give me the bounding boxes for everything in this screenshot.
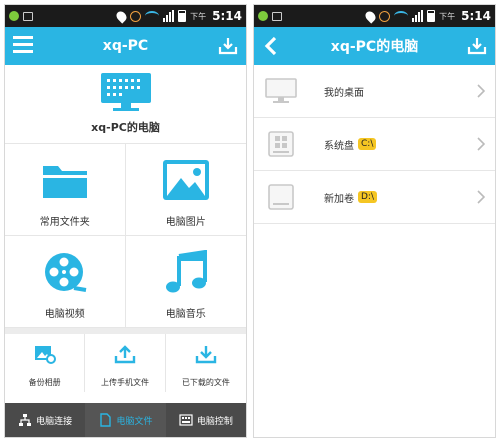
alarm-icon — [130, 10, 142, 22]
download-tray-icon[interactable] — [467, 36, 487, 56]
right-phone-screen: 下午 5:14 xq-PC的电脑 我的桌面 系统盘 C:\ 新加卷 D:\ — [253, 4, 496, 438]
action-label: 已下载的文件 — [181, 378, 230, 387]
action-upload-phone-files[interactable]: 上传手机文件 — [85, 334, 166, 392]
hard-drive-icon — [268, 184, 294, 210]
grid-item-videos[interactable]: 电脑视频 — [5, 236, 126, 328]
tab-label: 电脑文件 — [116, 416, 153, 427]
action-backup-photos[interactable]: 备份相册 — [5, 334, 86, 392]
grid-item-label: 常用文件夹 — [39, 217, 90, 228]
action-row: 备份相册 上传手机文件 已下载的文件 — [5, 334, 246, 392]
status-time: 5:14 — [212, 9, 242, 23]
location-icon — [363, 8, 378, 24]
list-item-label: 我的桌面 — [324, 87, 364, 99]
folder-icon — [42, 166, 87, 198]
status-bar: 下午 5:14 — [254, 5, 495, 27]
status-carrier: 下午 — [190, 11, 207, 21]
signal-icon — [412, 10, 424, 22]
list-item-label: 新加卷 — [324, 193, 354, 205]
film-reel-icon — [44, 253, 87, 292]
action-label: 备份相册 — [28, 378, 61, 387]
image-icon — [162, 160, 209, 200]
wechat-icon — [258, 11, 268, 21]
upload-icon — [114, 345, 136, 364]
grid-item-label: 电脑音乐 — [165, 309, 206, 320]
file-icon — [100, 413, 112, 427]
monitor-icon — [100, 73, 151, 111]
wechat-icon — [9, 11, 19, 21]
tab-pc-connect[interactable]: 电脑连接 — [5, 403, 85, 437]
signal-icon — [163, 10, 175, 22]
tab-label: 电脑控制 — [196, 416, 233, 427]
status-carrier: 下午 — [439, 11, 456, 21]
status-bar: 下午 5:14 — [5, 5, 246, 27]
grid-item-music[interactable]: 电脑音乐 — [125, 236, 246, 328]
wifi-icon — [145, 11, 160, 21]
list-item-new-volume[interactable]: 新加卷 D:\ — [254, 171, 495, 224]
music-note-icon — [165, 250, 207, 293]
battery-icon — [178, 10, 187, 22]
pc-header[interactable]: xq-PC的电脑 — [5, 65, 246, 144]
backup-photo-icon — [34, 346, 56, 364]
left-phone-screen: 下午 5:14 xq-PC xq-PC的电脑 常用文件夹 电脑图片 电脑视频 电… — [4, 4, 247, 438]
list-item-label: 系统盘 — [324, 140, 354, 152]
tab-label: 电脑连接 — [36, 416, 73, 427]
grid-item-pictures[interactable]: 电脑图片 — [125, 144, 246, 236]
image-notification-icon — [272, 11, 282, 21]
page-title: xq-PC — [102, 38, 149, 54]
download-icon — [195, 346, 217, 364]
pc-name: xq-PC的电脑 — [91, 121, 160, 134]
screenshot-root: 下午 5:14 xq-PC xq-PC的电脑 常用文件夹 电脑图片 电脑视频 电… — [0, 0, 500, 442]
list-item-system-drive[interactable]: 系统盘 C:\ — [254, 118, 495, 171]
wifi-icon — [394, 11, 409, 21]
chevron-right-icon — [477, 190, 485, 204]
title-bar: xq-PC — [5, 27, 246, 65]
grid-item-label: 电脑视频 — [44, 309, 85, 320]
grid-item-label: 电脑图片 — [165, 217, 206, 228]
monitor-icon — [265, 78, 297, 103]
grid-item-common-folders[interactable]: 常用文件夹 — [5, 144, 126, 236]
status-time: 5:14 — [461, 9, 491, 23]
chevron-right-icon — [477, 84, 485, 98]
page-title: xq-PC的电脑 — [330, 39, 419, 55]
drive-letter-badge: C:\ — [358, 138, 377, 150]
drive-letter-badge: D:\ — [358, 191, 377, 203]
keyboard-icon — [179, 414, 193, 426]
location-icon — [114, 8, 129, 24]
tab-pc-control[interactable]: 电脑控制 — [166, 403, 246, 437]
tab-pc-files[interactable]: 电脑文件 — [85, 403, 166, 437]
image-notification-icon — [23, 11, 33, 21]
network-icon — [19, 414, 32, 426]
battery-icon — [427, 10, 436, 22]
download-tray-icon[interactable] — [218, 36, 238, 56]
windows-drive-icon — [268, 131, 294, 157]
action-label: 上传手机文件 — [100, 378, 149, 387]
list-item-desktop[interactable]: 我的桌面 — [254, 65, 495, 118]
bottom-tab-bar: 电脑连接 电脑文件 电脑控制 — [5, 403, 246, 437]
main-grid: 常用文件夹 电脑图片 电脑视频 电脑音乐 — [5, 144, 246, 328]
chevron-right-icon — [477, 137, 485, 151]
title-bar: xq-PC的电脑 — [254, 27, 495, 65]
alarm-icon — [379, 10, 391, 22]
action-downloaded-files[interactable]: 已下载的文件 — [166, 334, 246, 392]
